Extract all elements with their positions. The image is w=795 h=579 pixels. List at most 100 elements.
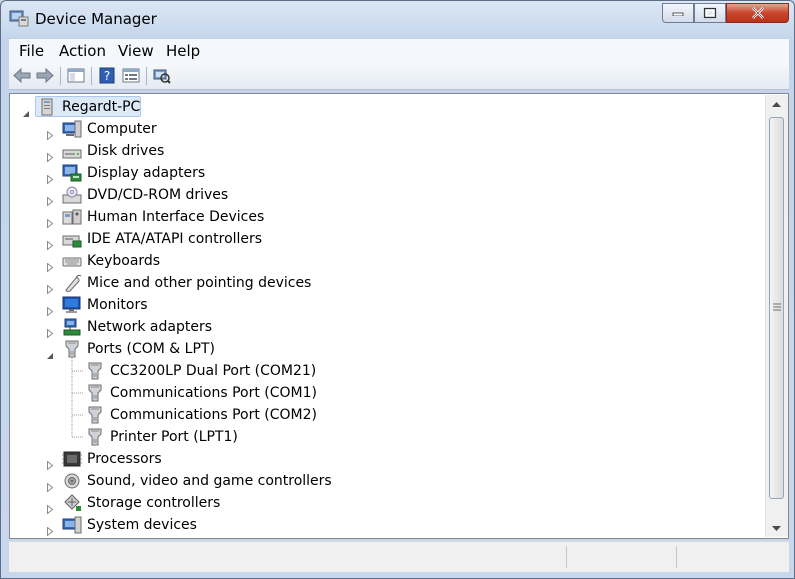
display-adapter-icon [62,164,82,182]
tree-item[interactable]: Keyboards [62,250,160,272]
scroll-down-button[interactable] [766,521,787,537]
toolbar-separator [146,67,147,85]
tree-root[interactable]: Regardt-PC [37,96,140,118]
tree-item-label: Ports (COM & LPT) [87,341,215,357]
tree-item-label: DVD/CD-ROM drives [87,187,229,203]
device-tree[interactable]: Regardt-PC Computer Disk drives Display ad… [9,93,789,539]
computer-pc-icon [37,98,57,116]
ide-controller-icon [62,230,82,248]
expand-arrow-icon[interactable] [46,279,54,295]
forward-icon[interactable] [36,67,54,84]
menu-bar: File Action View Help [9,38,789,64]
toolbar-separator [60,67,61,85]
tree-item-label: CC3200LP Dual Port (COM21) [110,363,317,379]
tree-item[interactable]: Sound, video and game controllers [62,470,332,492]
scrollbar-thumb[interactable] [769,117,784,499]
properties-icon[interactable] [122,67,140,84]
tree-item[interactable]: Display adapters [62,162,205,184]
help-icon[interactable]: ? [98,67,116,84]
tree-item[interactable]: IDE ATA/ATAPI controllers [62,228,262,250]
status-divider [676,546,677,568]
tree-item-label: Mice and other pointing devices [87,275,312,291]
tree-item-label: Processors [87,451,162,467]
scan-hardware-icon[interactable] [153,67,171,84]
system-devices-icon [62,516,82,534]
expand-arrow-icon[interactable] [46,521,54,537]
tree-item-label: Communications Port (COM1) [110,385,317,401]
expand-arrow-icon[interactable] [46,499,54,515]
disk-drive-icon [62,142,82,160]
expand-arrow-icon[interactable] [46,301,54,317]
toolbar-separator [91,67,92,85]
expand-arrow-icon[interactable] [46,455,54,471]
window-title: Device Manager [35,10,157,28]
menu-action[interactable]: Action [59,42,106,60]
tree-item-label: Printer Port (LPT1) [110,429,238,445]
expand-arrow-icon[interactable] [46,147,54,163]
toolbar: ? [9,63,789,90]
menu-help[interactable]: Help [166,42,200,60]
tree-item-label: Sound, video and game controllers [87,473,332,489]
expand-arrow-icon[interactable] [46,191,54,207]
minimize-icon [672,12,684,16]
close-icon [751,7,764,19]
tree-item[interactable]: Disk drives [62,140,164,162]
scroll-up-button[interactable] [766,97,787,113]
device-manager-window: Device Manager File Action View Help ? R… [0,0,795,579]
maximize-button[interactable] [694,3,726,23]
dvd-drive-icon [62,186,82,204]
minimize-button[interactable] [662,3,694,23]
tree-item-label: Monitors [87,297,148,313]
storage-controller-icon [62,494,82,512]
collapse-arrow-icon[interactable] [22,103,30,117]
menu-view[interactable]: View [118,42,154,60]
vertical-scrollbar[interactable] [765,95,788,537]
tree-item-label: Keyboards [87,253,161,269]
tree-child-item[interactable]: Printer Port (LPT1) [85,426,238,448]
tree-item-label: Computer [87,121,157,137]
tree-item[interactable]: Human Interface Devices [62,206,264,228]
tree-item[interactable]: System devices [62,514,197,536]
tree-root-label: Regardt-PC [62,99,141,115]
menu-file[interactable]: File [19,42,44,60]
collapse-arrow-icon[interactable] [46,345,54,359]
tree-item-label: IDE ATA/ATAPI controllers [87,231,263,247]
expand-arrow-icon[interactable] [46,213,54,229]
back-icon[interactable] [13,67,31,84]
tree-item-label: Human Interface Devices [87,209,265,225]
tree-item-label: System devices [87,517,197,533]
tree-item-label: Communications Port (COM2) [110,407,317,423]
tree-item-label: Disk drives [87,143,165,159]
expand-arrow-icon[interactable] [46,235,54,251]
expand-arrow-icon[interactable] [46,477,54,493]
tree-child-item[interactable]: CC3200LP Dual Port (COM21) [85,360,316,382]
keyboard-icon [62,252,82,270]
sound-icon [62,472,82,490]
chevron-up-icon [772,102,781,107]
monitor-icon [62,296,82,314]
tree-item[interactable]: Mice and other pointing devices [62,272,311,294]
tree-item[interactable]: Computer [62,118,157,140]
tree-item-label: Display adapters [87,165,206,181]
device-manager-icon [9,9,29,27]
expand-arrow-icon[interactable] [46,169,54,185]
tree-child-item[interactable]: Communications Port (COM2) [85,404,317,426]
expand-arrow-icon[interactable] [46,323,54,339]
mouse-icon [62,274,82,292]
tree-item[interactable]: Processors [62,448,162,470]
tree-child-item[interactable]: Communications Port (COM1) [85,382,317,404]
tree-item[interactable]: DVD/CD-ROM drives [62,184,228,206]
title-bar[interactable]: Device Manager [1,1,794,37]
status-bar [9,541,789,572]
tree-item[interactable]: Network adapters [62,316,212,338]
tree-item[interactable]: Storage controllers [62,492,220,514]
expand-arrow-icon[interactable] [46,125,54,141]
maximize-icon [703,7,717,19]
show-hide-console-tree-icon[interactable] [67,67,85,84]
tree-item[interactable]: Monitors [62,294,148,316]
expand-arrow-icon[interactable] [46,257,54,273]
hid-icon [62,208,82,226]
network-adapter-icon [62,318,82,336]
svg-text:?: ? [104,69,110,83]
close-button[interactable] [726,3,789,23]
